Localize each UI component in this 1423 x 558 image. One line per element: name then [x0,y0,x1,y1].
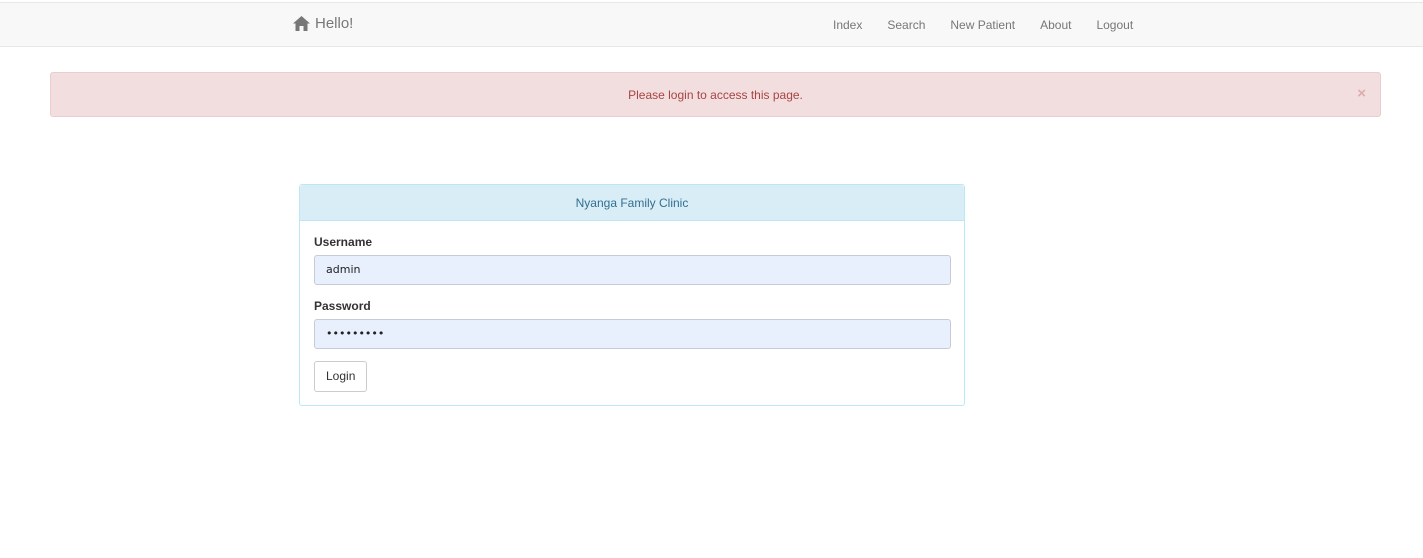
nav-link-about[interactable]: About [1027,18,1083,32]
password-field[interactable]: ••••••••• [314,319,951,349]
username-label: Username [314,235,373,249]
panel-title: Nyanga Family Clinic [300,185,964,221]
nav-link-new-patient[interactable]: New Patient [937,18,1027,32]
username-field[interactable]: admin [314,255,951,285]
login-panel: Nyanga Family Clinic Username admin Pass… [299,184,965,406]
brand-label: Hello! [315,15,354,32]
login-form: Username admin Password ••••••••• Login [300,221,964,392]
nav-link-logout[interactable]: Logout [1083,18,1145,32]
top-navbar: Hello! Index Search New Patient About Lo… [0,2,1423,47]
login-button[interactable]: Login [314,361,368,392]
alert-message: Please login to access this page. [628,87,803,102]
nav-links: Index Search New Patient About Logout [820,3,1145,46]
close-icon[interactable]: × [1357,85,1366,103]
nav-link-index[interactable]: Index [820,18,874,32]
nav-link-search[interactable]: Search [874,18,937,32]
password-label: Password [314,299,371,313]
home-icon [293,16,310,31]
login-required-alert: Please login to access this page. × [50,72,1381,117]
brand-link[interactable]: Hello! [293,15,353,32]
